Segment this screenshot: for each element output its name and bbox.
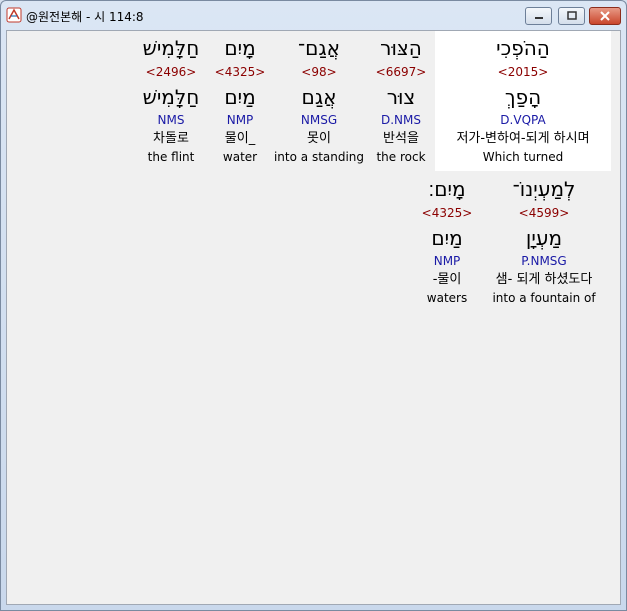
morphology: D.VQPA <box>500 113 546 127</box>
korean-gloss: 못이 <box>307 131 331 146</box>
english-gloss: water <box>222 150 258 164</box>
english-gloss: Which turned <box>482 150 564 164</box>
window-title: @원전본해 - 시 114:8 <box>26 10 144 24</box>
strong-number[interactable]: <4325> <box>422 207 473 219</box>
hebrew-surface: הַהֹפְכִי <box>496 36 550 60</box>
hebrew-surface: הַצּוּר <box>380 36 422 60</box>
hebrew-lemma: מַיִם <box>431 226 463 250</box>
title-bar[interactable]: @원전본해 - 시 114:8 <box>1 1 626 30</box>
hebrew-lemma: צוּר <box>386 85 416 109</box>
english-gloss: waters <box>426 291 468 305</box>
morphology: NMSG <box>300 113 338 127</box>
morphology: P.NMSG <box>521 254 567 268</box>
strong-number[interactable]: <4599> <box>519 207 570 219</box>
english-gloss: into a fountain of <box>492 291 596 305</box>
korean-gloss: 차돌로 <box>153 131 189 146</box>
english-gloss: into a standing <box>273 150 365 164</box>
hebrew-surface: לְמַעְיְנוֹ־ <box>512 177 576 201</box>
interlinear-panel[interactable]: הַהֹפְכִי <2015> הָפַךְ D.VQPA 저가-변하여-되게… <box>6 30 621 605</box>
korean-gloss: -물이 <box>432 272 462 287</box>
strong-number[interactable]: <98> <box>301 66 336 78</box>
hebrew-surface: אֲגַם־ <box>297 36 341 60</box>
hebrew-lemma: אֲגַם <box>301 85 337 109</box>
korean-gloss: 저가-변하여-되게 하시며 <box>456 131 590 146</box>
strong-number[interactable]: <2496> <box>146 66 197 78</box>
minimize-button[interactable] <box>525 7 552 25</box>
korean-gloss: 샘- 되게 하셨도다 <box>495 272 593 287</box>
english-gloss: the flint <box>147 150 195 164</box>
hebrew-surface: מָיִם׃ <box>428 177 466 201</box>
strong-number[interactable]: <6697> <box>376 66 427 78</box>
close-button[interactable] <box>589 7 621 25</box>
korean-gloss: 물이_ <box>224 131 256 146</box>
close-icon <box>600 11 610 21</box>
strong-number[interactable]: <2015> <box>498 66 549 78</box>
hebrew-lemma: מַיִם <box>224 85 256 109</box>
english-gloss: the rock <box>376 150 426 164</box>
app-icon[interactable] <box>6 7 22 23</box>
minimize-icon <box>534 17 543 19</box>
maximize-icon <box>566 11 577 20</box>
maximize-button[interactable] <box>558 7 585 25</box>
hebrew-lemma: חַלָּמִישׁ <box>142 85 200 109</box>
morphology: NMP <box>226 113 254 127</box>
hebrew-surface: מָיִם <box>224 36 256 60</box>
morphology: NMS <box>157 113 185 127</box>
hebrew-lemma: מַעְיָן <box>525 226 563 250</box>
hebrew-surface: חַלָּמִישׁ <box>142 36 200 60</box>
app-window: @원전본해 - 시 114:8 הַהֹפְכִי <2015> הָפַךְ … <box>0 0 627 611</box>
strong-number[interactable]: <4325> <box>215 66 266 78</box>
hebrew-lemma: הָפַךְ <box>504 85 542 109</box>
morphology: NMP <box>433 254 461 268</box>
morphology: D.NMS <box>380 113 422 127</box>
korean-gloss: 반석을 <box>383 131 419 146</box>
